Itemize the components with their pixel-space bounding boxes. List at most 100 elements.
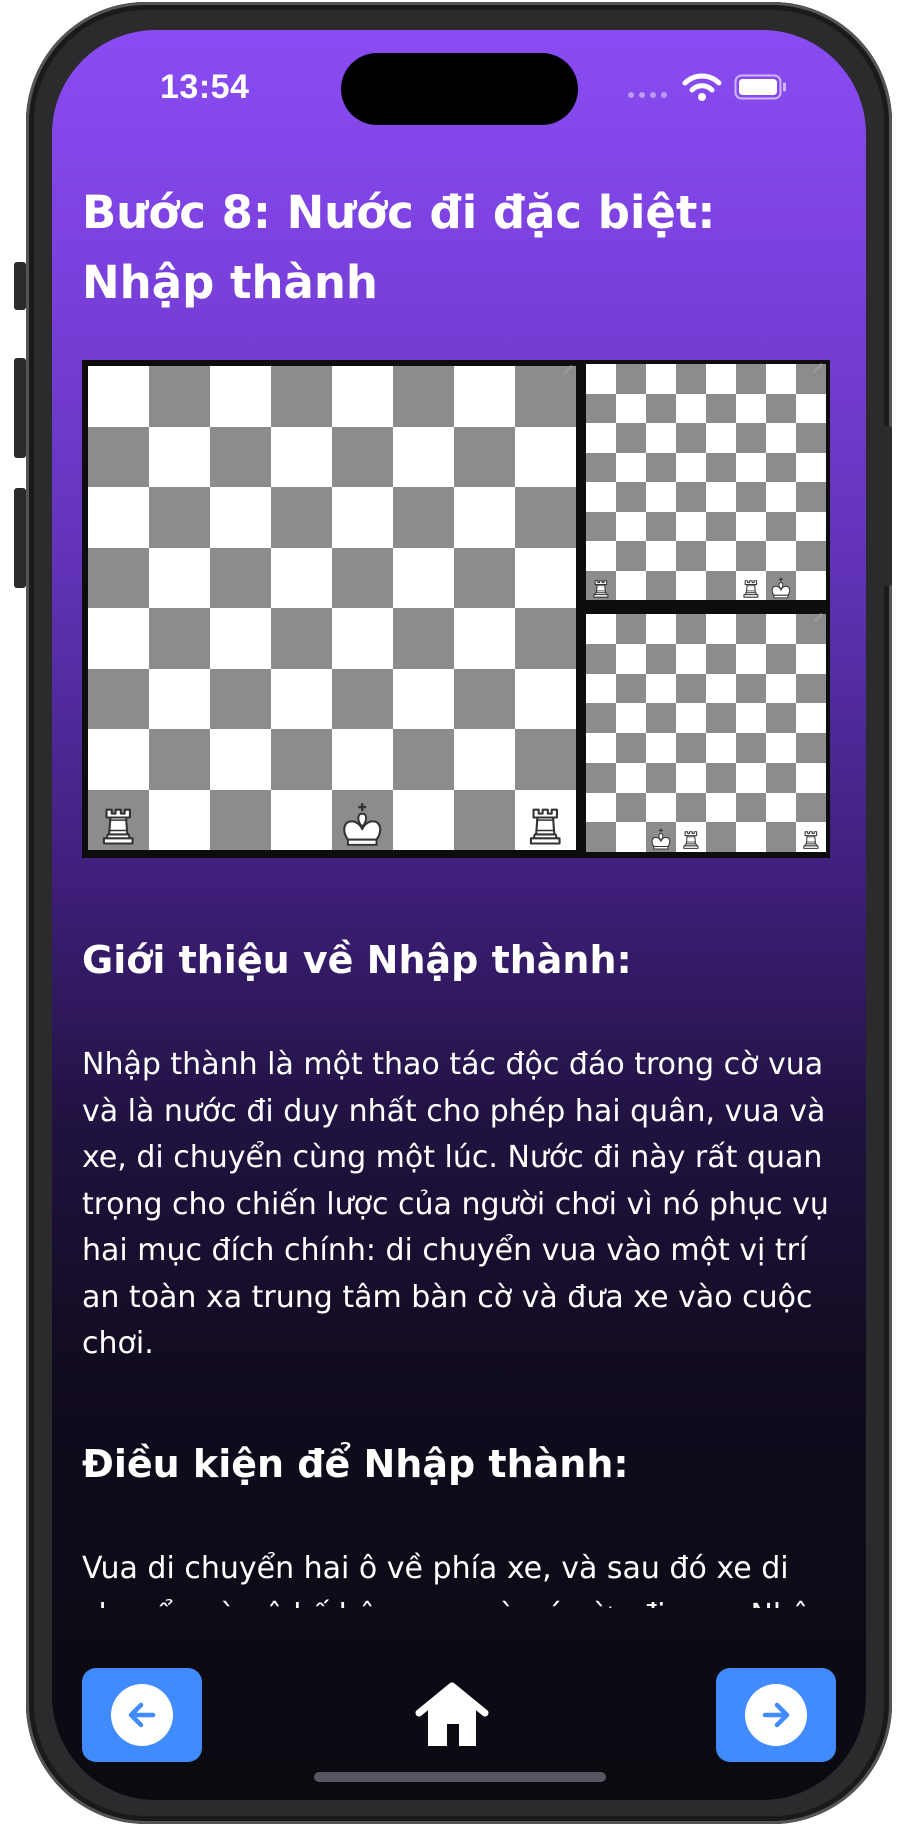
castling-diagram — [82, 360, 830, 858]
board-square — [271, 366, 332, 427]
chessboard-main — [88, 366, 576, 850]
board-square — [766, 643, 796, 674]
board-square — [796, 792, 826, 823]
board-square — [796, 482, 826, 512]
section-body-conditions: Vua di chuyển hai ô về phía xe, và sau đ… — [82, 1551, 829, 1608]
board-square — [736, 541, 766, 571]
board-square — [736, 733, 766, 763]
board-square — [676, 541, 706, 571]
board-square — [616, 673, 646, 704]
board-square — [616, 822, 646, 852]
home-indicator[interactable] — [314, 1772, 606, 1782]
board-square — [586, 614, 616, 644]
board-square — [210, 668, 271, 729]
board-square — [616, 643, 646, 674]
board-square — [736, 423, 766, 453]
board-square — [646, 511, 676, 541]
board-square — [586, 643, 616, 674]
next-button-circle — [745, 1684, 807, 1746]
board-square — [586, 703, 616, 733]
lesson-scroll-view[interactable]: Bước 8: Nước đi đặc biệt: Nhập thành Giớ… — [52, 30, 866, 1608]
board-square — [676, 364, 706, 394]
battery-icon — [734, 74, 786, 100]
board-square — [796, 822, 826, 852]
white-king-icon — [646, 822, 676, 852]
white-rook-icon — [88, 790, 149, 851]
arrow-right-icon — [762, 1702, 790, 1728]
board-square — [149, 608, 210, 669]
board-square — [766, 733, 796, 763]
board-square — [676, 482, 706, 512]
board-square — [210, 729, 271, 790]
home-button[interactable] — [413, 1680, 491, 1752]
white-rook-icon — [586, 571, 616, 601]
board-square — [210, 547, 271, 608]
board-square — [736, 364, 766, 394]
board-square — [210, 366, 271, 427]
board-square — [646, 762, 676, 793]
back-button-circle — [111, 1684, 173, 1746]
board-square — [676, 614, 706, 644]
board-square — [454, 608, 515, 669]
board-square — [149, 366, 210, 427]
board-square — [676, 762, 706, 793]
board-square — [586, 452, 616, 482]
board-square — [616, 452, 646, 482]
board-square — [706, 541, 736, 571]
board-square — [646, 673, 676, 704]
board-square — [706, 423, 736, 453]
board-square — [796, 423, 826, 453]
board-square — [676, 511, 706, 541]
board-square — [706, 822, 736, 852]
board-square — [706, 673, 736, 704]
board-square — [706, 614, 736, 644]
board-square — [796, 673, 826, 704]
board-square — [332, 608, 393, 669]
board-square — [676, 643, 706, 674]
board-square — [706, 703, 736, 733]
board-square — [393, 789, 454, 850]
board-square — [736, 511, 766, 541]
board-square — [646, 423, 676, 453]
board-square — [616, 762, 646, 793]
board-square — [149, 729, 210, 790]
board-square — [271, 426, 332, 487]
board-square — [586, 733, 616, 763]
white-rook-icon — [796, 822, 826, 852]
board-square — [149, 487, 210, 548]
board-square — [332, 426, 393, 487]
board-square — [393, 729, 454, 790]
white-rook-icon — [736, 571, 766, 601]
section-heading-intro: Giới thiệu về Nhập thành: — [82, 938, 632, 982]
board-square — [646, 733, 676, 763]
power-button — [880, 426, 892, 586]
back-button[interactable] — [82, 1668, 202, 1762]
board-square — [736, 452, 766, 482]
board-square — [515, 668, 576, 729]
board-square — [586, 511, 616, 541]
board-square — [796, 541, 826, 571]
board-square — [586, 673, 616, 704]
next-button[interactable] — [716, 1668, 836, 1762]
board-square — [736, 673, 766, 704]
board-square — [706, 364, 736, 394]
board-square — [616, 703, 646, 733]
signal-icon — [628, 92, 667, 98]
volume-down-button — [14, 488, 26, 588]
board-square — [88, 789, 149, 851]
board-square — [766, 614, 796, 644]
board-square — [676, 423, 706, 453]
board-square — [271, 789, 332, 850]
board-square — [616, 614, 646, 644]
board-square — [736, 703, 766, 733]
white-king-icon — [332, 790, 393, 851]
board-square — [736, 822, 766, 852]
pencil-icon — [813, 613, 823, 623]
board-square — [766, 703, 796, 733]
board-square — [646, 822, 676, 852]
board-square — [271, 668, 332, 729]
board-square — [616, 423, 646, 453]
board-square — [515, 729, 576, 790]
board-square — [766, 762, 796, 793]
board-square — [766, 570, 796, 600]
